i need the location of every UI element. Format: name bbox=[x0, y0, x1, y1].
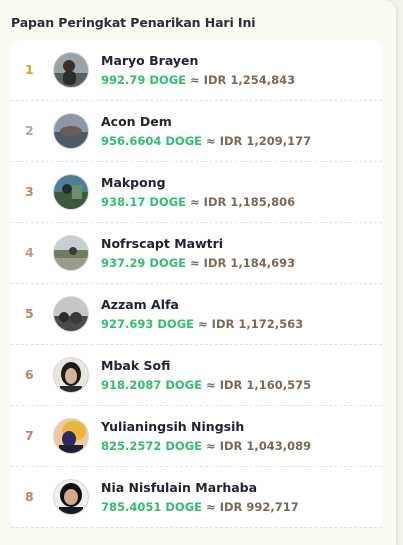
rank-number: 1 bbox=[25, 62, 34, 77]
withdrawal-amount: 938.17 DOGE ≈ IDR 1,185,806 bbox=[101, 195, 295, 209]
idr-amount: IDR 1,043,089 bbox=[219, 439, 312, 453]
approx-sign: ≈ bbox=[190, 73, 200, 87]
doge-amount: 937.29 DOGE bbox=[101, 256, 186, 270]
idr-amount: IDR 1,184,693 bbox=[203, 256, 296, 270]
approx-sign: ≈ bbox=[206, 134, 216, 148]
rank-number: 5 bbox=[25, 306, 34, 321]
rank-number: 6 bbox=[25, 367, 34, 382]
idr-amount: IDR 992,717 bbox=[219, 500, 299, 514]
doge-amount: 785.4051 DOGE bbox=[101, 500, 203, 514]
leaderboard-list: 1 Maryo Brayen 992.79 DOGE ≈ IDR 1,254,8… bbox=[11, 40, 382, 528]
withdrawal-amount: 992.79 DOGE ≈ IDR 1,254,843 bbox=[101, 73, 295, 87]
approx-sign: ≈ bbox=[206, 500, 216, 514]
avatar bbox=[53, 479, 89, 515]
doge-amount: 918.2087 DOGE bbox=[101, 378, 203, 392]
rank-number: 3 bbox=[25, 184, 34, 199]
withdrawal-amount: 825.2572 DOGE ≈ IDR 1,043,089 bbox=[101, 439, 311, 453]
idr-amount: IDR 1,185,806 bbox=[203, 195, 296, 209]
idr-amount: IDR 1,254,843 bbox=[203, 73, 296, 87]
idr-amount: IDR 1,209,177 bbox=[219, 134, 312, 148]
withdrawal-amount: 937.29 DOGE ≈ IDR 1,184,693 bbox=[101, 256, 295, 270]
leaderboard-card: Papan Peringkat Penarikan Hari Ini 1 Mar… bbox=[0, 0, 396, 545]
doge-amount: 927.693 DOGE bbox=[101, 317, 194, 331]
avatar bbox=[53, 52, 89, 88]
avatar bbox=[53, 174, 89, 210]
avatar bbox=[53, 418, 89, 454]
user-name: Nia Nisfulain Marhaba bbox=[101, 480, 258, 495]
withdrawal-amount: 918.2087 DOGE ≈ IDR 1,160,575 bbox=[101, 378, 311, 392]
approx-sign: ≈ bbox=[198, 317, 208, 331]
withdrawal-amount: 785.4051 DOGE ≈ IDR 992,717 bbox=[101, 500, 299, 514]
rank-number: 8 bbox=[25, 489, 34, 504]
leaderboard-row[interactable]: 8 Nia Nisfulain Marhaba 785.4051 DOGE ≈ … bbox=[11, 467, 382, 528]
doge-amount: 992.79 DOGE bbox=[101, 73, 186, 87]
leaderboard-row[interactable]: 4 Nofrscapt Mawtri 937.29 DOGE ≈ IDR 1,1… bbox=[11, 223, 382, 284]
avatar bbox=[53, 357, 89, 393]
doge-amount: 825.2572 DOGE bbox=[101, 439, 203, 453]
approx-sign: ≈ bbox=[206, 378, 216, 392]
user-name: Nofrscapt Mawtri bbox=[101, 236, 224, 251]
leaderboard-row[interactable]: 7 Yulianingsih Ningsih 825.2572 DOGE ≈ I… bbox=[11, 406, 382, 467]
user-name: Mbak Sofi bbox=[101, 358, 171, 373]
avatar bbox=[53, 235, 89, 271]
idr-amount: IDR 1,160,575 bbox=[219, 378, 312, 392]
approx-sign: ≈ bbox=[206, 439, 216, 453]
doge-amount: 938.17 DOGE bbox=[101, 195, 186, 209]
doge-amount: 956.6604 DOGE bbox=[101, 134, 203, 148]
rank-number: 7 bbox=[25, 428, 34, 443]
rank-number: 4 bbox=[25, 245, 34, 260]
user-name: Yulianingsih Ningsih bbox=[101, 419, 245, 434]
approx-sign: ≈ bbox=[190, 195, 200, 209]
avatar bbox=[53, 113, 89, 149]
user-name: Maryo Brayen bbox=[101, 53, 199, 68]
user-name: Acon Dem bbox=[101, 114, 172, 129]
leaderboard-row[interactable]: 2 Acon Dem 956.6604 DOGE ≈ IDR 1,209,177 bbox=[11, 101, 382, 162]
withdrawal-amount: 927.693 DOGE ≈ IDR 1,172,563 bbox=[101, 317, 303, 331]
leaderboard-row[interactable]: 5 Azzam Alfa 927.693 DOGE ≈ IDR 1,172,56… bbox=[11, 284, 382, 345]
avatar bbox=[53, 296, 89, 332]
idr-amount: IDR 1,172,563 bbox=[211, 317, 304, 331]
user-name: Makpong bbox=[101, 175, 166, 190]
page-title: Papan Peringkat Penarikan Hari Ini bbox=[11, 15, 256, 30]
withdrawal-amount: 956.6604 DOGE ≈ IDR 1,209,177 bbox=[101, 134, 311, 148]
rank-number: 2 bbox=[25, 123, 34, 138]
leaderboard-row[interactable]: 1 Maryo Brayen 992.79 DOGE ≈ IDR 1,254,8… bbox=[11, 40, 382, 101]
approx-sign: ≈ bbox=[190, 256, 200, 270]
leaderboard-row[interactable]: 3 Makpong 938.17 DOGE ≈ IDR 1,185,806 bbox=[11, 162, 382, 223]
user-name: Azzam Alfa bbox=[101, 297, 179, 312]
leaderboard-row[interactable]: 6 Mbak Sofi 918.2087 DOGE ≈ IDR 1,160,57… bbox=[11, 345, 382, 406]
